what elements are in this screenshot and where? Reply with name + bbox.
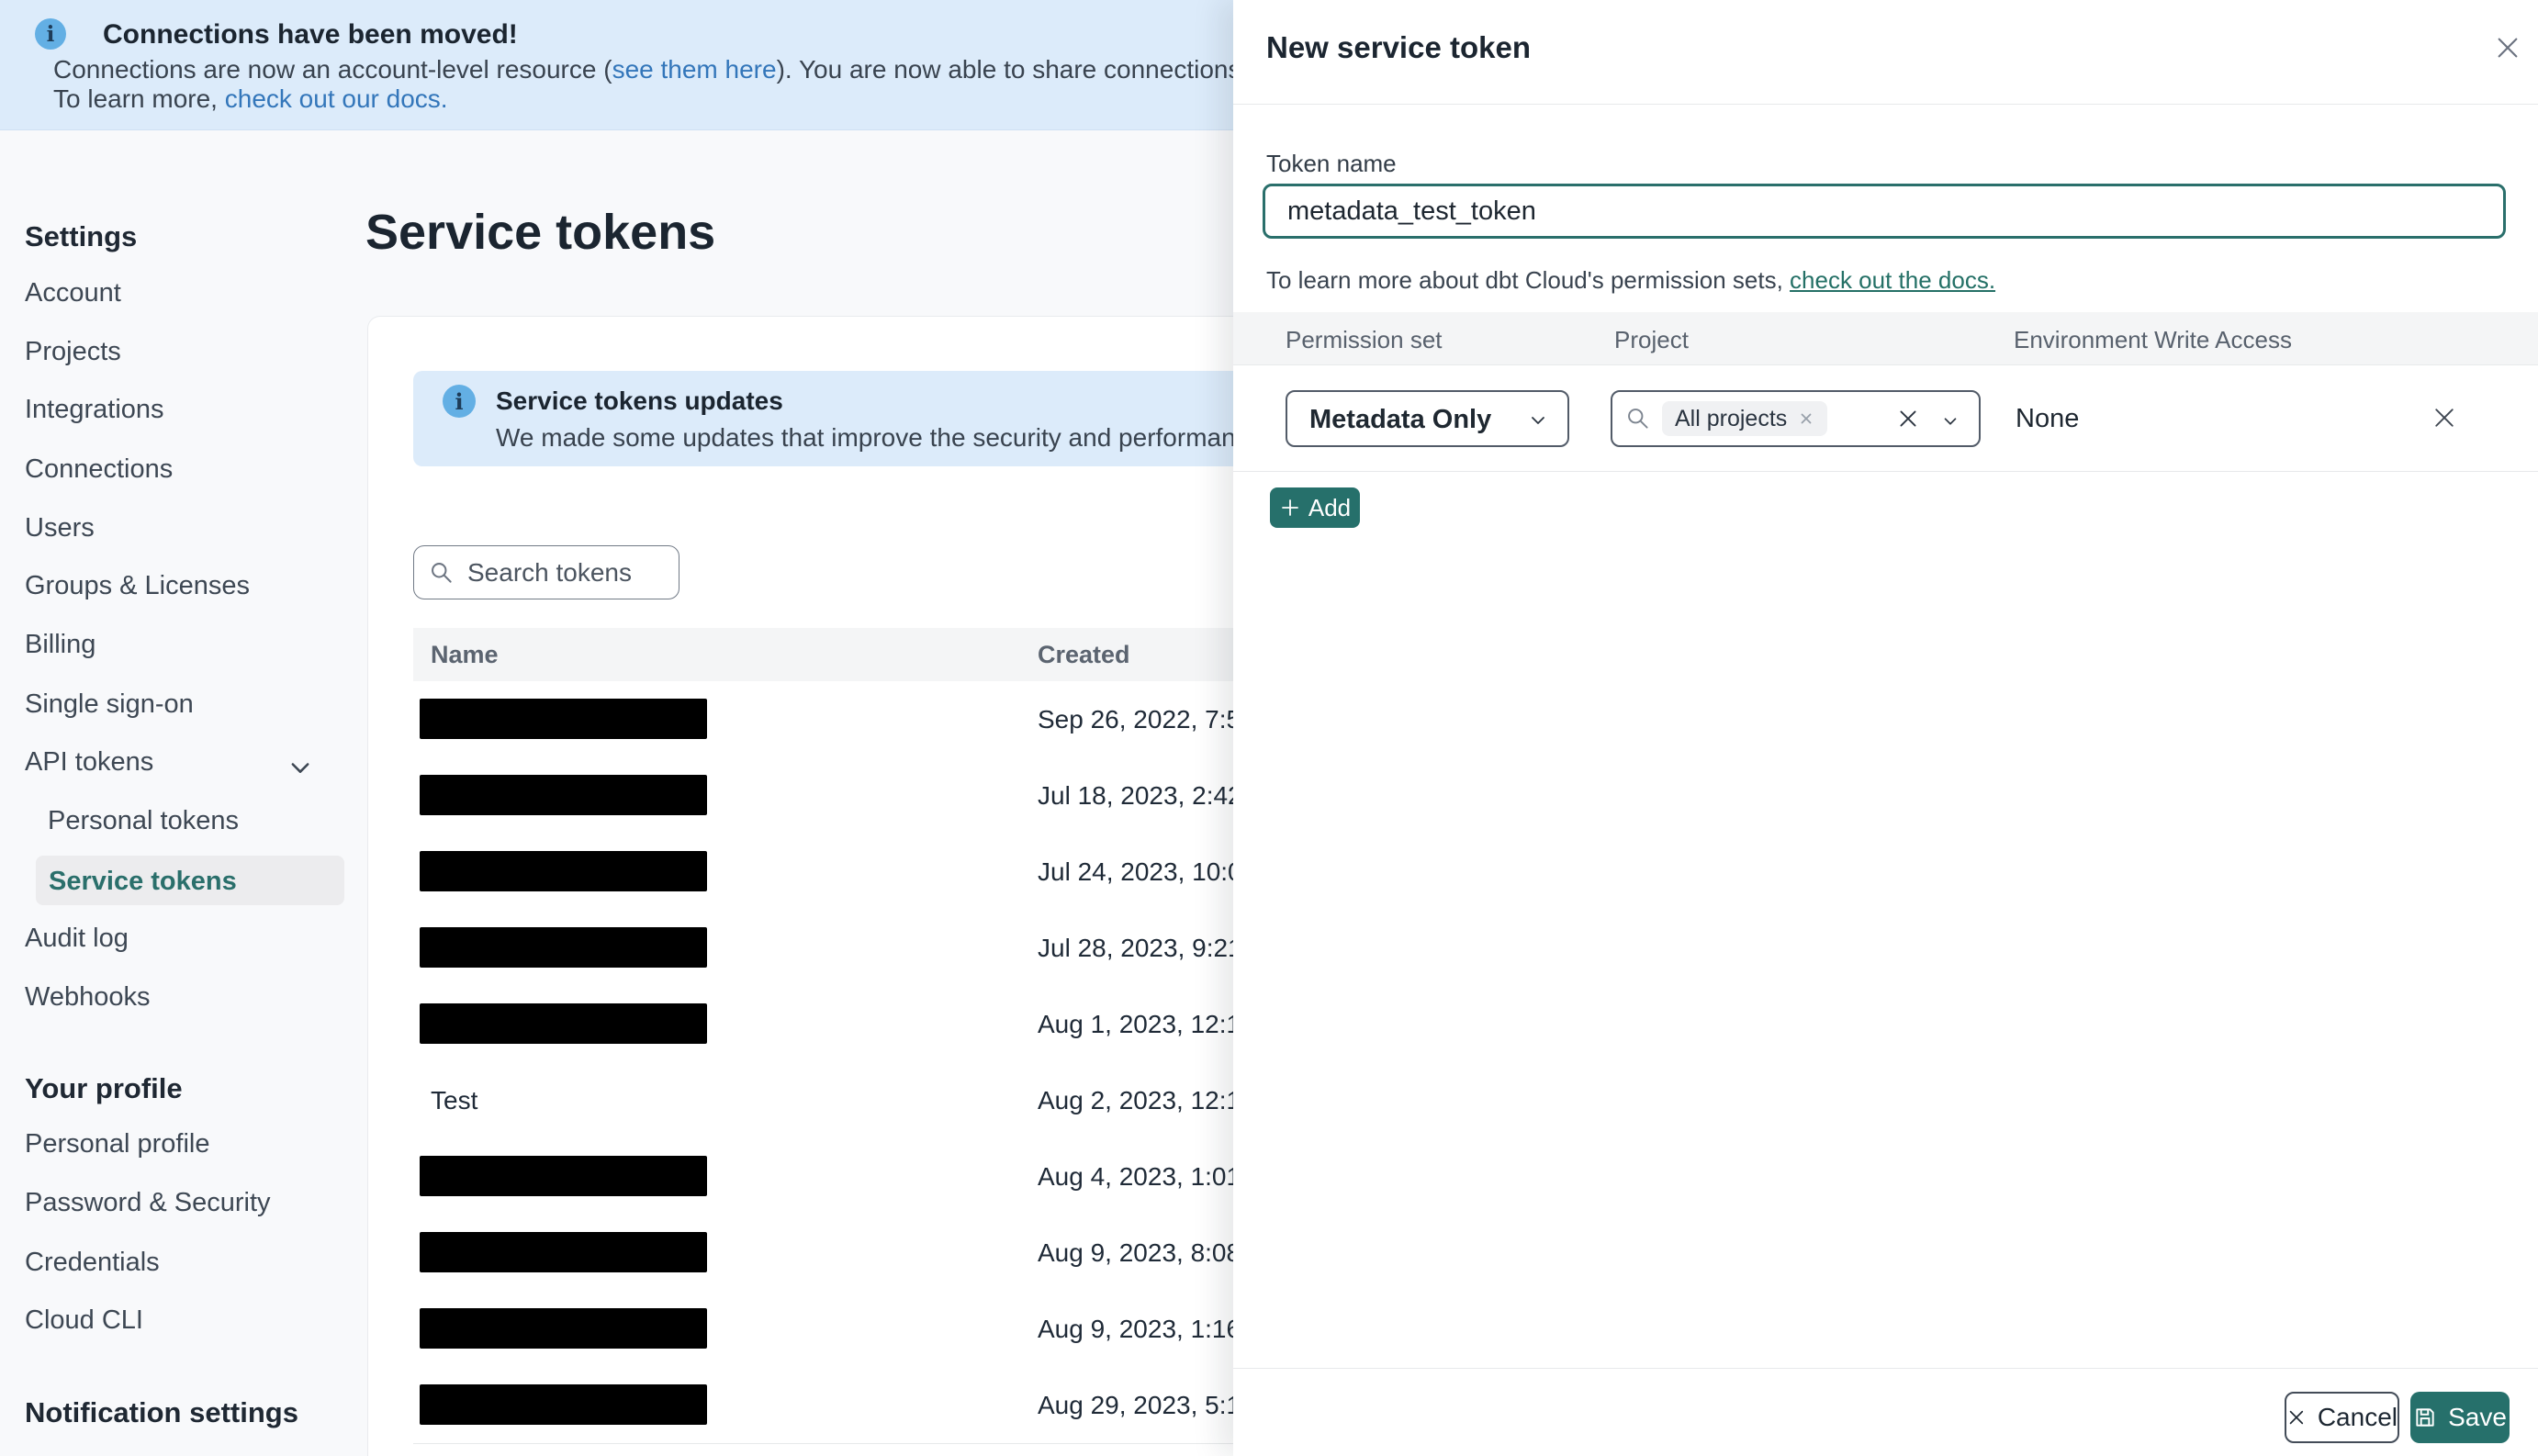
search-input[interactable] — [466, 552, 671, 593]
redacted-token-name — [420, 1308, 707, 1349]
sidebar-item-personal-tokens[interactable]: Personal tokens — [48, 806, 239, 836]
sidebar-item-audit-log[interactable]: Audit log — [25, 924, 129, 954]
docs-line-prefix: To learn more about dbt Cloud's permissi… — [1266, 266, 1791, 294]
sidebar-item-service-tokens-label: Service tokens — [49, 867, 237, 896]
redacted-token-name — [420, 1156, 707, 1196]
sidebar-item-credentials[interactable]: Credentials — [25, 1248, 160, 1278]
save-button[interactable]: Save — [2410, 1392, 2510, 1443]
all-projects-chip[interactable]: All projects — [1662, 401, 1828, 436]
info-icon: i — [35, 18, 66, 50]
cancel-button-label: Cancel — [2317, 1403, 2398, 1431]
redacted-token-name — [420, 1232, 707, 1272]
sidebar-item-connections[interactable]: Connections — [25, 454, 173, 485]
column-header-name: Name — [431, 641, 499, 668]
cancel-button[interactable]: Cancel — [2285, 1392, 2399, 1443]
permission-set-select[interactable]: Metadata Only — [1286, 390, 1569, 447]
updates-banner-title: Service tokens updates — [496, 386, 783, 415]
redacted-token-name — [420, 851, 707, 891]
project-multiselect[interactable]: All projects — [1611, 390, 1981, 447]
column-header-permission-set: Permission set — [1286, 326, 1443, 353]
sidebar-item-billing[interactable]: Billing — [25, 630, 95, 660]
permissions-row-divider — [1233, 471, 2538, 472]
permissions-table-header: Permission set Project Environment Write… — [1233, 312, 2538, 364]
add-button-label: Add — [1308, 493, 1352, 521]
banner-line3: To learn more, check out our docs. — [53, 84, 448, 114]
sidebar-item-projects[interactable]: Projects — [25, 337, 121, 367]
column-header-project: Project — [1614, 326, 1689, 353]
sidebar-item-users[interactable]: Users — [25, 513, 95, 543]
permissions-header-divider — [1233, 364, 2538, 365]
sidebar-heading-settings: Settings — [25, 220, 138, 252]
token-name-label: Token name — [1266, 150, 1397, 177]
sidebar-item-api-tokens[interactable]: API tokens — [25, 747, 153, 778]
panel-header-divider — [1233, 104, 2538, 105]
all-projects-chip-label: All projects — [1675, 405, 1788, 431]
column-header-created: Created — [1038, 641, 1130, 668]
token-name: Test — [431, 1086, 478, 1114]
redacted-token-name — [420, 775, 707, 815]
close-icon[interactable] — [2493, 33, 2522, 62]
redacted-token-name — [420, 1003, 707, 1044]
chevron-down-icon — [1532, 417, 1544, 424]
sidebar-item-integrations[interactable]: Integrations — [25, 395, 164, 425]
sidebar-heading-your-profile: Your profile — [25, 1072, 183, 1104]
search-tokens-field[interactable] — [413, 545, 679, 599]
close-icon — [2289, 1410, 2304, 1425]
redacted-token-name — [420, 699, 707, 739]
sidebar-heading-notification-settings: Notification settings — [25, 1396, 298, 1428]
chevron-down-icon[interactable] — [1940, 411, 1960, 431]
environment-write-access-value: None — [2016, 404, 2080, 433]
banner-line2-prefix: Connections are now an account-level res… — [53, 55, 612, 84]
sidebar-item-personal-profile[interactable]: Personal profile — [25, 1129, 210, 1159]
clear-selection-icon[interactable] — [1896, 407, 1920, 431]
check-out-our-docs-link[interactable]: check out our docs. — [225, 84, 448, 113]
save-icon — [2416, 1408, 2434, 1427]
panel-footer-divider — [1233, 1368, 2538, 1369]
permission-set-value: Metadata Only — [1309, 405, 1492, 434]
info-icon: i — [443, 385, 476, 418]
chevron-down-icon[interactable] — [287, 755, 313, 780]
page-title: Service tokens — [365, 205, 716, 260]
sidebar-item-cloud-cli[interactable]: Cloud CLI — [25, 1305, 143, 1336]
redacted-token-name — [420, 927, 707, 968]
sidebar-item-single-sign-on[interactable]: Single sign-on — [25, 689, 194, 720]
save-button-label: Save — [2448, 1403, 2507, 1431]
sidebar-item-account[interactable]: Account — [25, 278, 121, 308]
sidebar-item-password-security[interactable]: Password & Security — [25, 1188, 271, 1218]
permission-docs-line: To learn more about dbt Cloud's permissi… — [1266, 266, 1995, 295]
plus-icon — [1281, 499, 1298, 516]
sidebar-item-groups-licenses[interactable]: Groups & Licenses — [25, 571, 250, 601]
see-them-here-link[interactable]: see them here — [612, 55, 777, 84]
add-permission-button[interactable]: Add — [1270, 487, 1360, 528]
chip-remove-icon[interactable] — [1798, 410, 1814, 427]
token-name-input[interactable] — [1263, 184, 2506, 239]
app-root: i Connections have been moved! Connectio… — [0, 0, 2538, 1456]
search-icon — [432, 563, 452, 583]
redacted-token-name — [420, 1384, 707, 1425]
sidebar-item-service-tokens[interactable]: Service tokens — [36, 856, 344, 905]
banner-line3-prefix: To learn more, — [53, 84, 225, 113]
remove-permission-row-icon[interactable] — [2431, 404, 2458, 431]
panel-title: New service token — [1266, 30, 1531, 64]
new-service-token-panel: New service token Token name To learn mo… — [1233, 0, 2538, 1456]
banner-title: Connections have been moved! — [103, 19, 518, 50]
sidebar-item-webhooks[interactable]: Webhooks — [25, 982, 151, 1013]
column-header-environment-write-access: Environment Write Access — [2014, 326, 2292, 353]
check-out-the-docs-link[interactable]: check out the docs. — [1790, 266, 1995, 294]
search-icon — [1628, 409, 1648, 429]
